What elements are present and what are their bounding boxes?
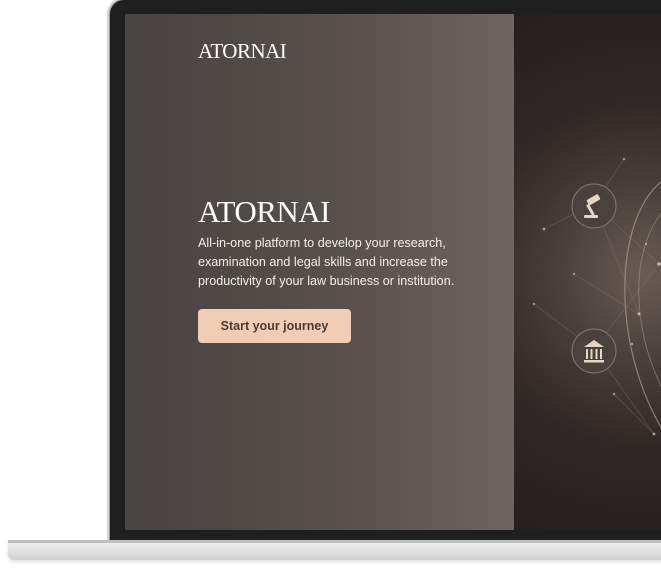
laptop-screen: ATORNAI ATORNAI All-in-one platform to d…	[125, 14, 661, 530]
laptop-base	[8, 540, 661, 560]
gavel-icon	[571, 183, 617, 229]
sphere-inner-arc	[638, 213, 661, 387]
page: ATORNAI ATORNAI All-in-one platform to d…	[0, 0, 661, 569]
brand-logo[interactable]: ATORNAI	[198, 39, 287, 64]
laptop-base-edge	[8, 540, 661, 543]
hero-panel: ATORNAI ATORNAI All-in-one platform to d…	[125, 14, 514, 530]
hero-subtitle: All-in-one platform to develop your rese…	[198, 236, 455, 288]
start-journey-button[interactable]: Start your journey	[198, 309, 351, 343]
hero-title: ATORNAI	[198, 194, 331, 229]
legal-network-illustration	[532, 157, 661, 436]
hero-visual	[514, 14, 661, 530]
courthouse-icon	[571, 328, 617, 374]
sphere-outline	[624, 181, 661, 429]
